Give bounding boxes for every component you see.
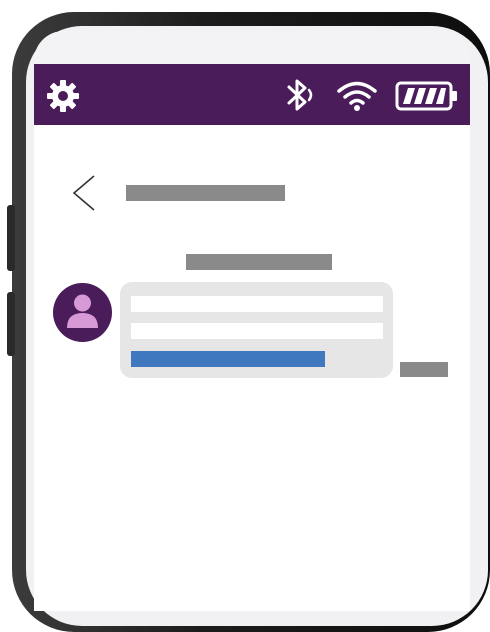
screen-top-area — [34, 31, 470, 64]
message-timestamp-text — [400, 362, 448, 377]
message-link[interactable] — [131, 351, 325, 367]
conversation-title-text — [126, 185, 285, 201]
power-button[interactable] — [7, 292, 15, 356]
volume-button[interactable] — [7, 205, 15, 271]
person-icon — [67, 294, 98, 328]
message-line — [131, 296, 383, 312]
message-bubble[interactable] — [120, 282, 393, 378]
date-label-text — [186, 254, 332, 270]
message-line — [131, 323, 383, 339]
message-timestamp — [400, 362, 448, 377]
battery-icon — [395, 81, 457, 111]
conversation-title — [126, 185, 285, 201]
gear-icon[interactable] — [45, 78, 81, 114]
date-label — [186, 254, 332, 270]
chevron-left-icon[interactable] — [70, 173, 100, 213]
avatar[interactable] — [53, 283, 112, 342]
phone-screen — [34, 31, 470, 611]
wifi-icon[interactable] — [336, 80, 378, 112]
status-bar — [34, 64, 470, 125]
bluetooth-icon[interactable] — [286, 78, 316, 112]
